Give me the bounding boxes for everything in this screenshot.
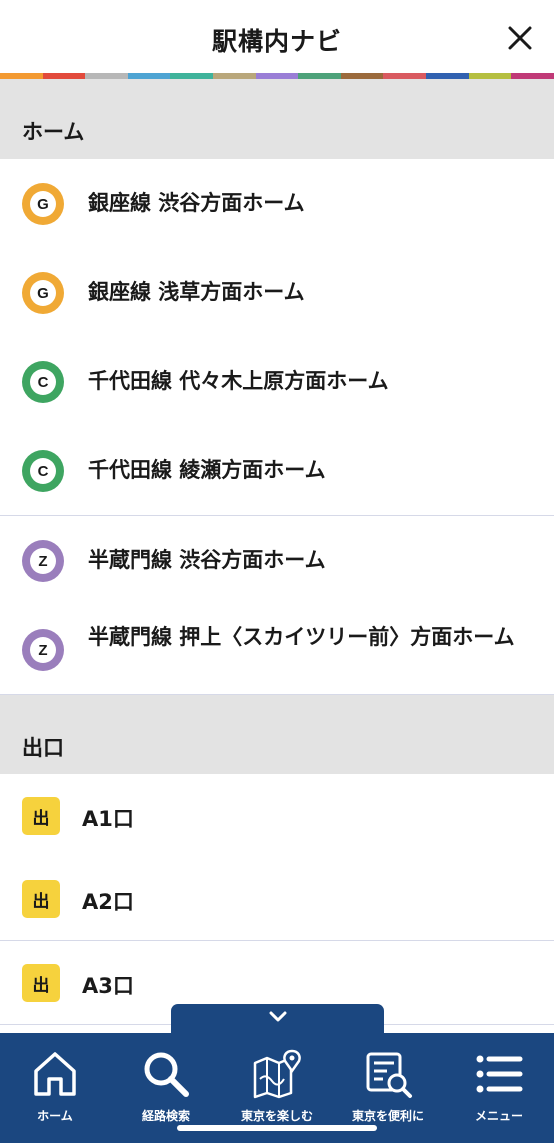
menu-icon: [476, 1055, 523, 1093]
platform-row[interactable]: Z 半蔵門線 押上〈スカイツリー前〉方面ホーム: [0, 605, 554, 695]
exit-badge-icon: 出: [22, 964, 60, 1002]
chevron-down-icon: [269, 1011, 286, 1022]
home-icon: [34, 1052, 76, 1096]
line-badge-icon: G: [22, 272, 64, 314]
nav-item-convenient-tokyo[interactable]: 東京を便利に: [333, 1045, 443, 1135]
platform-row[interactable]: G 銀座線 浅草方面ホーム: [0, 248, 554, 338]
exit-label: A1口: [82, 807, 134, 831]
line-badge-icon: Z: [22, 629, 64, 671]
line-letter: Z: [30, 548, 56, 574]
exit-label: A2口: [82, 890, 134, 914]
platform-label: 半蔵門線 押上〈スカイツリー前〉方面ホーム: [88, 625, 515, 649]
exit-badge-icon: 出: [22, 880, 60, 918]
platform-row[interactable]: Z 半蔵門線 渋谷方面ホーム: [0, 516, 554, 606]
guide-icon: [366, 1052, 412, 1098]
platform-row[interactable]: G 銀座線 渋谷方面ホーム: [0, 159, 554, 249]
map-icon: [253, 1049, 301, 1099]
section-title: 出口: [22, 736, 64, 760]
section-header-exits: 出口: [0, 695, 554, 774]
nav-item-home[interactable]: ホーム: [0, 1045, 110, 1135]
close-button[interactable]: [504, 22, 536, 54]
line-letter: Z: [30, 637, 56, 663]
platform-label: 千代田線 代々木上原方面ホーム: [88, 369, 389, 393]
line-badge-icon: Z: [22, 540, 64, 582]
line-letter: C: [30, 369, 56, 395]
line-letter: C: [30, 458, 56, 484]
nav-label: 経路検索: [141, 1109, 190, 1123]
platform-row[interactable]: C 千代田線 綾瀬方面ホーム: [0, 426, 554, 516]
nav-label: ホーム: [37, 1109, 73, 1123]
nav-label: メニュー: [474, 1109, 523, 1123]
platform-label: 銀座線 渋谷方面ホーム: [88, 191, 305, 215]
platform-label: 銀座線 浅草方面ホーム: [88, 280, 305, 304]
line-letter: G: [30, 280, 56, 306]
line-badge-icon: G: [22, 183, 64, 225]
platform-label: 半蔵門線 渋谷方面ホーム: [88, 548, 326, 572]
exit-label: A3口: [82, 974, 134, 998]
nav-item-enjoy-tokyo[interactable]: 東京を楽しむ: [222, 1045, 332, 1135]
section-title: ホーム: [22, 120, 85, 144]
line-letter: G: [30, 191, 56, 217]
line-badge-icon: C: [22, 450, 64, 492]
section-header-platforms: ホーム: [0, 79, 554, 159]
nav-label: 東京を便利に: [351, 1109, 424, 1123]
nav-item-menu[interactable]: メニュー: [444, 1045, 554, 1135]
platform-row[interactable]: C 千代田線 代々木上原方面ホーム: [0, 337, 554, 427]
nav-label: 東京を楽しむ: [240, 1109, 313, 1123]
exit-badge-icon: 出: [22, 797, 60, 835]
app-header: 駅構内ナビ: [0, 0, 554, 74]
home-indicator: [177, 1125, 377, 1131]
platform-label: 千代田線 綾瀬方面ホーム: [88, 458, 326, 482]
search-icon: [144, 1052, 189, 1097]
page-title: 駅構内ナビ: [211, 27, 342, 56]
exit-row[interactable]: 出 A2口: [0, 857, 554, 941]
line-badge-icon: C: [22, 361, 64, 403]
close-icon: [508, 26, 532, 50]
exit-row[interactable]: 出 A1口: [0, 774, 554, 858]
nav-item-route-search[interactable]: 経路検索: [111, 1045, 221, 1135]
